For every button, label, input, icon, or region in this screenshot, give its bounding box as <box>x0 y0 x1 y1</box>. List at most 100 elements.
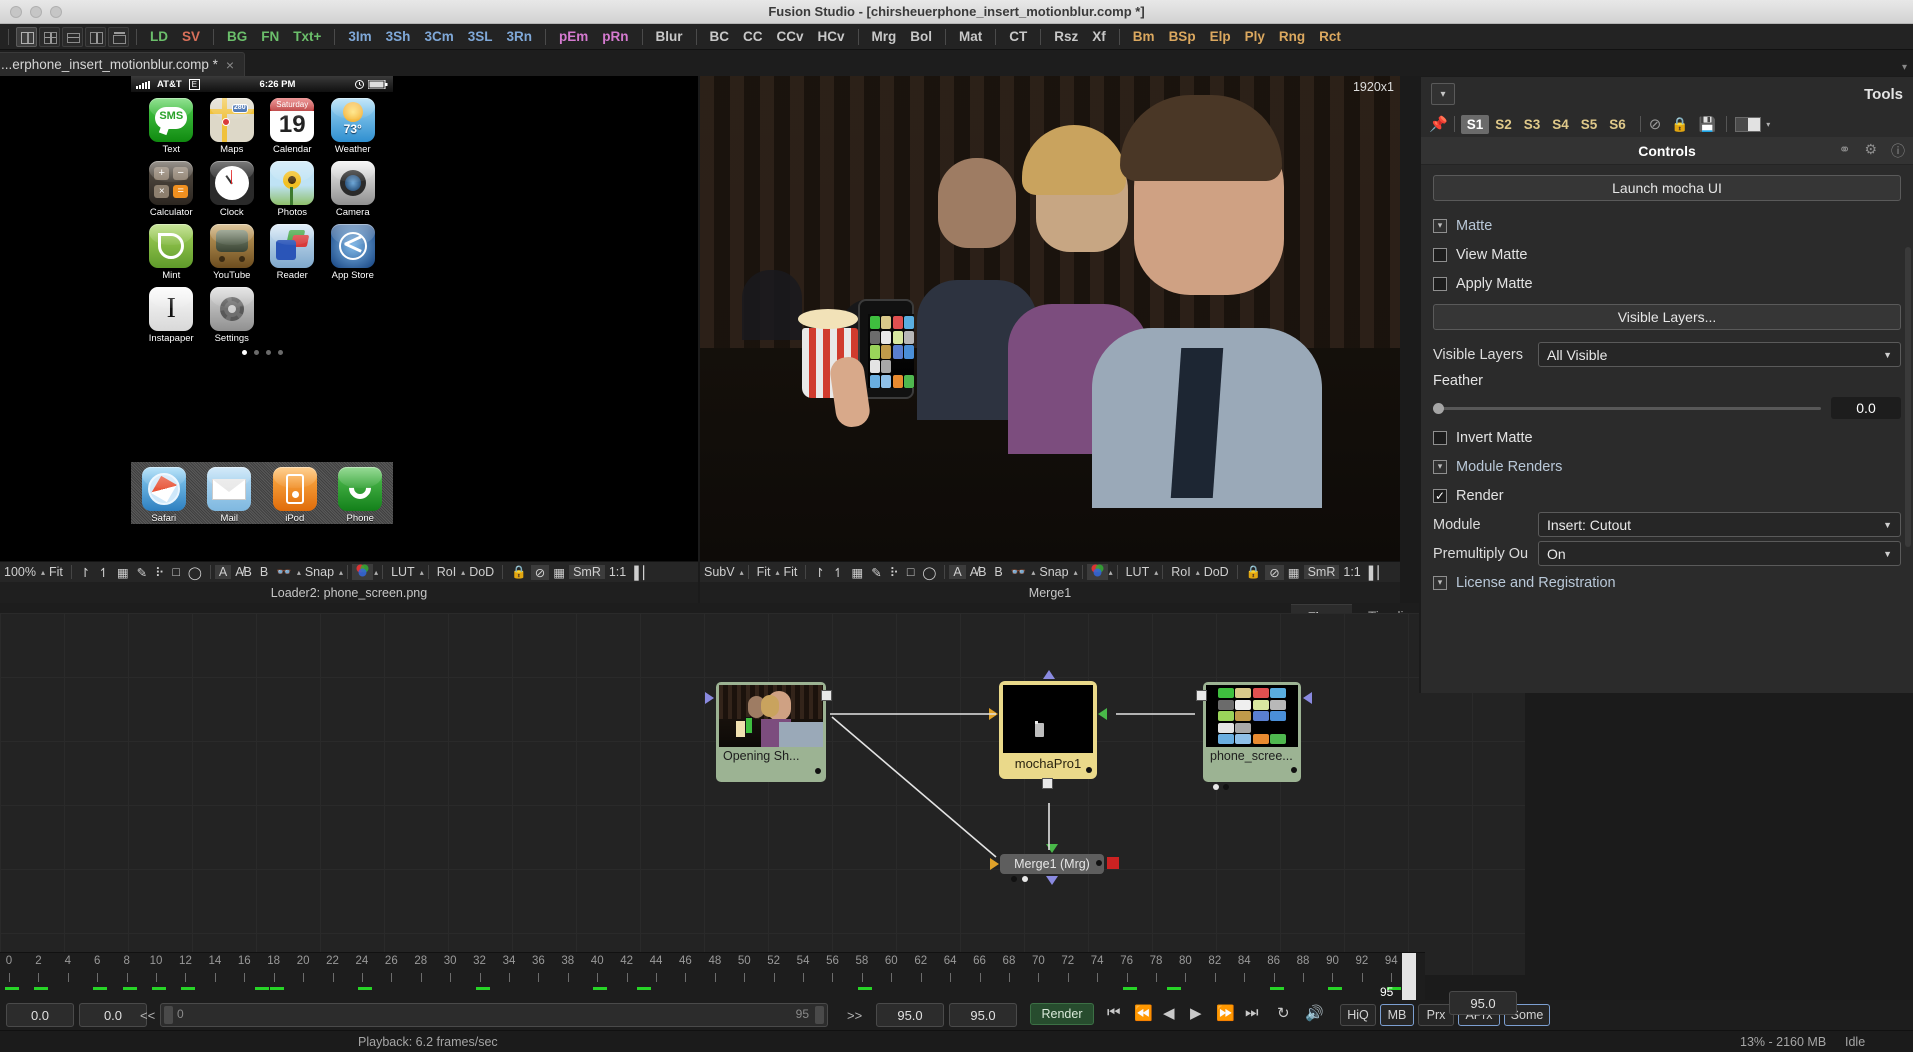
node-toggle-dot-2[interactable] <box>1022 876 1028 882</box>
layout-quad-button[interactable] <box>39 26 60 47</box>
tool-button-bg[interactable]: BG <box>220 27 254 47</box>
viewer-a[interactable]: AT&T E 6:26 PM SMS Text 280 Maps Saturda… <box>0 76 700 603</box>
state-s5-button[interactable]: S5 <box>1575 115 1604 134</box>
keyframe-marker[interactable] <box>181 987 196 990</box>
timeline-ruler[interactable]: 0 2 4 6 8 10 12 14 16 18 20 22 24 26 28 30 32 34 36 38 40 42 4… <box>0 952 1425 1001</box>
state-s6-button[interactable]: S6 <box>1603 115 1632 134</box>
node-toggle-dot-2[interactable] <box>1223 784 1229 790</box>
app-reader[interactable]: Reader <box>262 224 323 281</box>
rect-tool-icon[interactable]: □ <box>903 565 919 579</box>
tool-button-xf[interactable]: Xf <box>1085 27 1113 47</box>
node-toggle-dot[interactable] <box>1213 784 1219 790</box>
play-reverse-icon[interactable]: ◀ <box>1163 1004 1175 1022</box>
tool-button-bsp[interactable]: BSp <box>1162 27 1203 47</box>
tool-button-cc[interactable]: CC <box>736 27 770 47</box>
tool-button-elp[interactable]: Elp <box>1203 27 1238 47</box>
controls-body[interactable]: Launch mocha UI ▾ Matte View Matte Apply… <box>1421 165 1913 597</box>
node-view-port[interactable] <box>1046 876 1058 885</box>
app-instapaper[interactable]: I Instapaper <box>141 287 202 344</box>
app-settings[interactable]: Settings <box>202 287 263 344</box>
modifiers-icon[interactable]: ⚭ <box>1839 141 1851 161</box>
page-dot[interactable] <box>265 350 271 355</box>
controls-tabbar[interactable]: Controls ⚭ ⚙ ⓘ <box>1421 137 1913 165</box>
node-mochapro1[interactable]: mochaPro1 <box>989 670 1107 789</box>
app-calculator[interactable]: + − × = Calculator <box>141 161 202 218</box>
checkbox[interactable] <box>1433 430 1447 445</box>
tool-button-txt[interactable]: Txt+ <box>286 27 328 47</box>
chevron-up-icon[interactable]: ▴ <box>1154 568 1158 577</box>
viewer-b-canvas[interactable]: 1920x1 <box>700 76 1400 561</box>
chevron-up-icon[interactable]: ▴ <box>1074 568 1078 577</box>
viewer-a-canvas[interactable]: AT&T E 6:26 PM SMS Text 280 Maps Saturda… <box>0 76 698 561</box>
no-alpha-icon[interactable]: ⊘ <box>1265 564 1284 580</box>
state-s2-button[interactable]: S2 <box>1489 115 1518 134</box>
module-row[interactable]: Module Insert: Cutout ▼ <box>1433 510 1901 539</box>
keyframe-marker[interactable] <box>1269 987 1284 990</box>
node-state-dot[interactable] <box>815 768 821 774</box>
snap-button[interactable]: Snap <box>1035 565 1072 579</box>
app-camera[interactable]: Camera <box>323 161 384 218</box>
keyframe-marker[interactable] <box>152 987 167 990</box>
range-end-handle[interactable] <box>815 1006 824 1024</box>
layout-split-v-button[interactable] <box>85 26 106 47</box>
tool-button-ld[interactable]: LD <box>143 27 175 47</box>
range-slider[interactable]: 0 95 <box>160 1003 828 1027</box>
page-dot[interactable] <box>241 350 247 355</box>
comp-tabstrip[interactable]: ...erphone_insert_motionblur.comp * × ▾ <box>0 50 1913 76</box>
node-output-port[interactable] <box>1042 778 1053 789</box>
lut-button[interactable]: LUT <box>387 565 419 579</box>
tool-button-3sh[interactable]: 3Sh <box>379 27 418 47</box>
launch-mocha-button[interactable]: Launch mocha UI <box>1433 175 1901 201</box>
no-alpha-icon[interactable]: ⊘ <box>530 564 550 580</box>
chevron-down-icon[interactable]: ▾ <box>1433 575 1447 590</box>
state-s3-button[interactable]: S3 <box>1518 115 1547 134</box>
slider-knob[interactable] <box>1433 402 1444 414</box>
smr-button[interactable]: SmR <box>569 565 605 579</box>
tool-button-blur[interactable]: Blur <box>649 27 690 47</box>
step-back-fast-icon[interactable]: ⏪ <box>1134 1004 1153 1022</box>
node-view-port[interactable] <box>1303 692 1312 704</box>
next-range-button[interactable]: >> <box>847 1008 862 1023</box>
keyframe-marker[interactable] <box>1328 987 1343 990</box>
ellipse-tool-icon[interactable]: ◯ <box>918 565 940 580</box>
in-point-field[interactable]: 0.0 <box>6 1003 74 1027</box>
snap-button[interactable]: Snap <box>301 565 338 579</box>
mb-button[interactable]: MB <box>1380 1004 1414 1026</box>
ellipse-tool-icon[interactable]: ◯ <box>184 565 206 580</box>
checkbox[interactable]: ✓ <box>1433 488 1447 503</box>
checkbox-invert-matte[interactable]: Invert Matte <box>1433 423 1901 452</box>
node-toggle-dot[interactable] <box>1011 876 1017 882</box>
page-dot[interactable] <box>253 350 259 355</box>
node-graph[interactable]: Opening Sh... mochaPro1 phone_scree... M… <box>0 613 1525 975</box>
curve-tool-icon[interactable]: ↾ <box>76 565 94 580</box>
jump-end-icon[interactable]: ⏭ <box>1245 1004 1259 1021</box>
histogram-icon[interactable]: ▌▏ <box>630 565 656 580</box>
tool-button-rng[interactable]: Rng <box>1272 27 1312 47</box>
disable-icon[interactable]: ⊘ <box>1649 115 1662 133</box>
keyframe-marker[interactable] <box>93 987 108 990</box>
node-merge1[interactable]: Merge1 (Mrg) <box>990 844 1119 885</box>
tool-button-ply[interactable]: Ply <box>1238 27 1272 47</box>
chevron-up-icon[interactable]: ▴ <box>374 568 378 577</box>
tool-button-rct[interactable]: Rct <box>1312 27 1348 47</box>
checkbox-render[interactable]: ✓ Render <box>1433 481 1901 510</box>
loop-icon[interactable]: ↻ <box>1277 1004 1290 1022</box>
chevron-up-icon[interactable]: ▴ <box>1109 568 1113 577</box>
tool-button-mat[interactable]: Mat <box>952 27 989 47</box>
checkbox[interactable] <box>1433 276 1447 291</box>
prev-range-button[interactable]: << <box>140 1008 155 1023</box>
gear-icon[interactable]: ⚙ <box>1864 141 1877 161</box>
global-end-field[interactable]: 95.0 <box>949 1003 1017 1027</box>
aspect-ratio-button[interactable]: 1:1 <box>1339 565 1364 579</box>
keyframe-marker[interactable] <box>254 987 269 990</box>
node-view-port[interactable] <box>1043 670 1055 679</box>
keyframe-marker[interactable] <box>593 987 608 990</box>
smr-button[interactable]: SmR <box>1303 565 1340 579</box>
state-s1-button[interactable]: S1 <box>1460 114 1490 134</box>
group-matte[interactable]: ▾ Matte <box>1433 211 1901 240</box>
app-youtube[interactable]: YouTube <box>202 224 263 281</box>
roi-button[interactable]: RoI <box>433 565 460 579</box>
keyframe-marker[interactable] <box>269 987 284 990</box>
node-background-port[interactable] <box>1098 708 1107 720</box>
app-mail[interactable]: Mail <box>207 467 252 524</box>
